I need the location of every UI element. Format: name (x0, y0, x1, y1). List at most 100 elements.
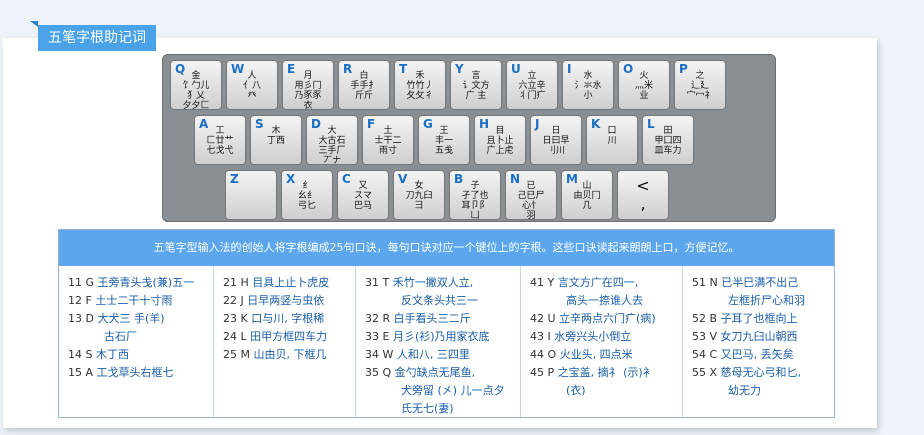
key-code: 22 J (223, 294, 244, 307)
mnemonic-column: 51 N 已半巳满不出己 左框折尸心和羽 52 B 子耳了也框向上 53 V 女刀九臼… (683, 266, 834, 417)
mnemonic-line: 11 G 王旁青头戋(兼)五一 (68, 274, 213, 292)
key-code: 33 E (365, 330, 390, 343)
mnemonic-text: 月彡(衫)乃用家衣底 (392, 330, 490, 343)
key-x[interactable]: X纟 幺纟 弓匕 (281, 170, 333, 220)
key-e[interactable]: E月 用彡冂 乃豕豕 衣 (282, 60, 334, 111)
key-a[interactable]: A工 匚廿艹 七戈弋 (194, 115, 246, 165)
mnemonic-line: 23 K 口与川, 字根稀 (223, 310, 355, 328)
key-radicals: 之 辶廴 宀冖礻 (686, 71, 714, 101)
key-h[interactable]: H目 且卜止 广上虍 (474, 115, 526, 165)
key-radicals: < , (636, 176, 650, 213)
key-o[interactable]: O火 灬米 业 (618, 60, 670, 110)
mnemonic-column: 21 H 目具上止卜虎皮 22 J 日早两竖与虫依 23 K 口与川, 字根稀 24 … (214, 266, 356, 417)
key-code: 53 V (692, 330, 718, 343)
key-c[interactable]: C又 スマ 巴马 (337, 170, 389, 220)
mnemonic-line: 34 W 人和八, 三四里 (365, 346, 520, 364)
key-v[interactable]: V女 刀九臼 彐 (393, 170, 445, 220)
key-code: 21 H (223, 276, 249, 289)
mnemonic-line: 32 R 白手看头三二斤 (365, 310, 520, 328)
key-g[interactable]: G王 丰一 五戋 (418, 115, 470, 165)
mnemonic-line: 31 T 禾竹一撇双人立, (365, 274, 520, 292)
mnemonic-line: (衣) (530, 382, 682, 400)
key-code: 13 D (68, 312, 94, 325)
mnemonic-line: 氏无七(妻) (365, 400, 520, 418)
key-comma[interactable]: < , (617, 170, 669, 220)
key-code: 25 M (223, 348, 250, 361)
mnemonic-text: 慈母无心弓和匕, (720, 366, 802, 379)
key-u[interactable]: U立 六立辛 丬门疒 (506, 60, 558, 110)
key-radicals: 纟 幺纟 弓匕 (297, 181, 316, 211)
key-r[interactable]: R白 手手扌 斤斤 (338, 60, 390, 110)
key-k[interactable]: K口 川 (586, 115, 638, 165)
key-radicals: 目 且卜止 广上虍 (486, 126, 514, 156)
key-l[interactable]: L田 甲囗四 皿车力 (642, 115, 694, 165)
key-radicals: 大 大古石 三手厂 丆ナ (318, 126, 346, 166)
mnemonic-line: 12 F 土士二干十寸雨 (68, 292, 213, 310)
key-radicals: 白 手手扌 斤斤 (350, 71, 378, 101)
key-radicals: 山 由贝冂 几 (573, 181, 601, 211)
key-m[interactable]: M山 由贝冂 几 (561, 170, 613, 220)
info-header: 五笔字型输入法的创始人将字根编成25句口诀，每句口诀对应一个键位上的字根。这些口… (59, 230, 834, 266)
key-p[interactable]: P之 辶廴 宀冖礻 (674, 60, 726, 110)
mnemonic-line: 43 I 水旁兴头小倒立 (530, 328, 682, 346)
mnemonic-text: 立辛两点六门疒(病) (559, 312, 656, 325)
key-code: 14 S (68, 348, 93, 361)
key-s[interactable]: S木 丁西 (250, 115, 302, 165)
mnemonic-text: 人和八, 三四里 (396, 348, 470, 361)
key-b[interactable]: B子 孑了也 耳卩阝 凵 (449, 170, 501, 221)
key-code: 42 U (530, 312, 556, 325)
key-radicals: 言 讠文方 广 主 (462, 71, 490, 101)
key-code: 12 F (68, 294, 92, 307)
key-y[interactable]: Y言 讠文方 广 主 (450, 60, 502, 110)
mnemonic-line: 左框折尸心和羽 (692, 292, 834, 310)
key-t[interactable]: T禾 竹竹丿 夂攵彳 (394, 60, 446, 110)
key-radicals: 女 刀九臼 彐 (405, 181, 433, 211)
mnemonic-line: 22 J 日早两竖与虫依 (223, 292, 355, 310)
mnemonic-text: 言文方广在四一, (557, 276, 639, 289)
key-f[interactable]: F土 士干二 雨寸 (362, 115, 414, 165)
key-n[interactable]: N已 己巳尸 心忄 羽 (505, 170, 557, 221)
mnemonic-text: 又巴马, 丢矢矣 (720, 348, 794, 361)
key-code: 44 O (530, 348, 557, 361)
mnemonic-line: 13 D 大犬三 手(羊) (68, 310, 213, 328)
mnemonic-line: 51 N 已半巳满不出己 (692, 274, 834, 292)
key-code: 45 P (530, 366, 555, 379)
mnemonic-line: 反文条头共三一 (365, 292, 520, 310)
key-q[interactable]: Q金 饣勹儿 犭乂 夕夕匚 (170, 60, 222, 111)
mnemonic-text: 子耳了也框向上 (720, 312, 798, 325)
mnemonic-text: (衣) (566, 384, 586, 397)
mnemonic-line: 犬旁留 (㐅) 儿一点夕 (365, 382, 520, 400)
mnemonic-text: 目具上止卜虎皮 (252, 276, 330, 289)
mnemonic-text: 犬旁留 (㐅) 儿一点夕 (401, 384, 505, 397)
mnemonic-text: 氏无七(妻) (401, 402, 454, 415)
key-radicals: 月 用彡冂 乃豕豕 衣 (294, 71, 322, 111)
mnemonic-text: 王旁青头戋(兼)五一 (97, 276, 195, 289)
key-radicals: 子 孑了也 耳卩阝 凵 (461, 181, 489, 221)
key-i[interactable]: I水 氵氺水 小 (562, 60, 614, 110)
mnemonic-text: 水旁兴头小倒立 (554, 330, 632, 343)
mnemonic-text: 木丁西 (95, 348, 129, 361)
key-z[interactable]: Z (225, 170, 277, 220)
mnemonic-text: 已半巳满不出己 (721, 276, 799, 289)
mnemonic-line: 53 V 女刀九臼山朝西 (692, 328, 834, 346)
mnemonic-text: 禾竹一撇双人立, (392, 276, 474, 289)
key-code: 54 C (692, 348, 718, 361)
key-radicals: 立 六立辛 丬门疒 (518, 71, 546, 101)
mnemonic-line: 54 C 又巴马, 丢矢矣 (692, 346, 834, 364)
key-d[interactable]: D大 大古石 三手厂 丆ナ (306, 115, 358, 166)
mnemonic-text: 土士二干十寸雨 (95, 294, 173, 307)
key-w[interactable]: W人 亻八 癶 (226, 60, 278, 110)
mnemonic-line: 24 L 田甲方框四车力 (223, 328, 355, 346)
mnemonic-line: 41 Y 言文方广在四一, (530, 274, 682, 292)
mnemonic-text: 口与川, 字根稀 (251, 312, 325, 325)
mnemonic-text: 女刀九臼山朝西 (720, 330, 798, 343)
key-code: 11 G (68, 276, 95, 289)
mnemonic-line: 14 S 木丁西 (68, 346, 213, 364)
mnemonic-line: 高头一捺谁人去 (530, 292, 682, 310)
key-j[interactable]: J日 日曰早 刂川 (530, 115, 582, 165)
key-radicals: 又 スマ 巴马 (353, 181, 372, 211)
mnemonic-text: 田甲方框四车力 (250, 330, 328, 343)
mnemonic-line: 55 X 慈母无心弓和匕, (692, 364, 834, 382)
mnemonic-line: 15 A 工戈草头右框七 (68, 364, 213, 382)
key-radicals: 田 甲囗四 皿车力 (654, 126, 682, 156)
